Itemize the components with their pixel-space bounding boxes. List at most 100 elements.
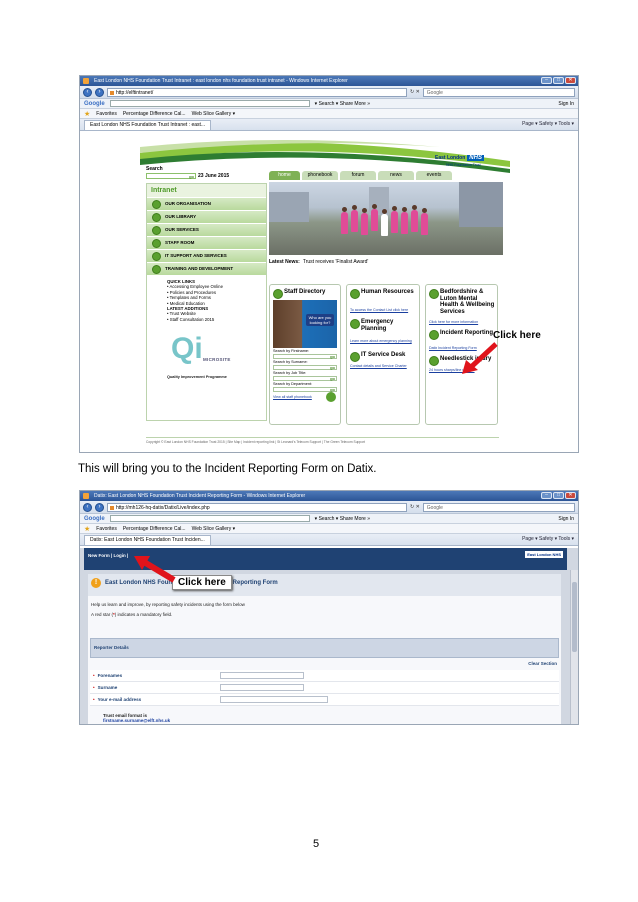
search-engine-input[interactable]: Google <box>422 87 575 97</box>
surname-field[interactable] <box>220 684 304 691</box>
intranet-page: East London NHS NHS Foundation Trust Sear… <box>80 133 578 452</box>
favorite-item[interactable]: Percentage Difference Cal... <box>123 526 186 532</box>
footer-links[interactable]: Copyright © East London NHS Foundation T… <box>146 440 365 444</box>
qi-caption: Quality Improvement Programme <box>167 375 227 379</box>
favorite-item[interactable]: Percentage Difference Cal... <box>123 111 186 117</box>
intranet-search-input[interactable]: go <box>146 173 196 179</box>
incident-reporting-title[interactable]: Incident Reporting <box>426 329 497 340</box>
refresh-icon[interactable]: ↻ ✕ <box>410 89 420 95</box>
browser-tab[interactable]: East London NHS Foundation Trust Intrane… <box>84 120 212 130</box>
emergency-planning-link[interactable]: Learn more about emergency planning <box>347 339 419 343</box>
click-here-callout: Click here <box>172 575 232 590</box>
qi-microsite-logo[interactable]: Qi MICROSITE <box>169 331 241 375</box>
emergency-planning-title[interactable]: Emergency Planning <box>347 319 419 332</box>
scrollbar[interactable] <box>570 570 578 724</box>
close-button[interactable]: ✕ <box>565 77 576 84</box>
favorite-item[interactable]: Web Slice Gallery ▾ <box>192 111 236 117</box>
maximize-button[interactable]: □ <box>553 492 564 499</box>
google-search-input[interactable] <box>109 515 310 522</box>
tab-events[interactable]: events <box>416 171 452 180</box>
refresh-icon[interactable]: ↻ ✕ <box>410 504 420 510</box>
latest-news[interactable]: Latest News: Trust receives 'Finalist Awa… <box>269 259 368 265</box>
sidebar-item-organisation[interactable]: OUR ORGANISATION <box>147 198 266 210</box>
sidebar-item-services[interactable]: OUR SERVICES <box>147 224 266 236</box>
org-logo: East London NHS <box>525 551 563 558</box>
go-button[interactable]: go <box>189 174 194 179</box>
sign-in-link[interactable]: Sign In <box>558 101 574 107</box>
department-input[interactable]: go <box>273 386 337 392</box>
tab-bar: East London NHS Foundation Trust Intrane… <box>80 119 578 131</box>
ie-icon <box>83 78 89 84</box>
it-service-desk-title[interactable]: IT Service Desk <box>347 351 419 362</box>
tab-news[interactable]: news <box>378 171 414 180</box>
sidebar-item-library[interactable]: OUR LIBRARY <box>147 211 266 223</box>
favorites-button[interactable]: Favorites <box>96 526 117 532</box>
sidebar-item-it-support[interactable]: IT SUPPORT AND SERVICES <box>147 250 266 262</box>
hr-link[interactable]: To access the Contact List click here <box>347 308 419 312</box>
google-search-input[interactable] <box>109 100 310 107</box>
staff-directory-title[interactable]: Staff Directory <box>270 289 340 299</box>
forward-button[interactable]: › <box>95 87 104 97</box>
google-toolbar: Google ▾ Search ▾ Share More » Sign In <box>80 99 578 109</box>
clear-section-link[interactable]: Clear Section <box>528 661 557 666</box>
qi-microsite-label: MICROSITE <box>203 357 231 362</box>
firstname-input[interactable]: go <box>273 353 337 359</box>
latest-link[interactable]: • Staff Consultation 2015 <box>167 317 266 322</box>
it-service-desk-link[interactable]: Contact details and Service Charter <box>347 364 419 368</box>
forenames-field[interactable] <box>220 672 304 679</box>
scrollbar-thumb[interactable] <box>572 582 577 652</box>
nhs-logo: NHS <box>467 155 484 161</box>
bedfordshire-link[interactable]: Click here for more information <box>426 320 497 324</box>
email-field[interactable] <box>220 696 328 703</box>
incident-form: ! East London NHS Foundation Trust Incid… <box>88 574 561 724</box>
hr-title[interactable]: Human Resources <box>347 289 419 299</box>
sidebar-item-training[interactable]: TRAINING AND DEVELOPMENT <box>147 263 266 275</box>
google-toolbar-items[interactable]: ▾ Search ▾ Share More » <box>315 516 370 522</box>
search-label: Search <box>146 166 163 172</box>
intranet-sidebar: Intranet OUR ORGANISATION OUR LIBRARY OU… <box>146 183 267 421</box>
surname-input[interactable]: go <box>273 364 337 370</box>
bedfordshire-title[interactable]: Bedfordshire & Luton Mental Health & Wel… <box>426 289 497 315</box>
google-toolbar-items[interactable]: ▾ Search ▾ Share More » <box>315 101 370 107</box>
section-title: Reporter Details <box>94 645 129 650</box>
forenames-row: Forenames <box>90 670 559 682</box>
forward-button[interactable]: › <box>95 502 104 512</box>
datix-menu[interactable]: New Form | Login | <box>88 553 128 558</box>
tab-home[interactable]: home <box>269 171 300 180</box>
intranet-screenshot: East London NHS Foundation Trust Intrane… <box>79 75 579 453</box>
command-bar[interactable]: Page ▾ Safety ▾ Tools ▾ <box>522 119 574 130</box>
surname-row: Surname <box>90 682 559 694</box>
maximize-button[interactable]: □ <box>553 77 564 84</box>
surname-label: Surname <box>93 685 118 690</box>
tab-bar: Datix: East London NHS Foundation Trust … <box>80 534 578 546</box>
tab-phonebook[interactable]: phonebook <box>302 171 338 180</box>
news-photo[interactable] <box>269 182 503 255</box>
back-button[interactable]: ‹ <box>83 502 92 512</box>
go-icon[interactable] <box>326 391 336 402</box>
ie-icon <box>83 493 89 499</box>
go-button[interactable]: go <box>330 376 335 381</box>
search-engine-input[interactable]: Google <box>422 502 575 512</box>
jobtitle-input[interactable]: go <box>273 375 337 381</box>
sidebar-item-staff-room[interactable]: STAFF ROOM <box>147 237 266 249</box>
instruction-text: This will bring you to the Incident Repo… <box>78 463 377 475</box>
datix-screenshot: Datix: East London NHS Foundation Trust … <box>79 490 579 725</box>
url-input[interactable]: http://mh126-hq-datix/Datix/Live/index.p… <box>107 502 407 512</box>
minimize-button[interactable]: – <box>541 77 552 84</box>
favorite-item[interactable]: Web Slice Gallery ▾ <box>192 526 236 532</box>
favorites-button[interactable]: Favorites <box>96 111 117 117</box>
reporter-details-section: Reporter Details <box>90 638 559 658</box>
browser-tab[interactable]: Datix: East London NHS Foundation Trust … <box>84 535 211 545</box>
tab-forum[interactable]: forum <box>340 171 376 180</box>
view-all-phonebook-link[interactable]: View all staff phonebook <box>270 391 340 402</box>
sign-in-link[interactable]: Sign In <box>558 516 574 522</box>
go-button[interactable]: go <box>330 354 335 359</box>
qi-letters: Qi <box>171 332 203 365</box>
command-bar[interactable]: Page ▾ Safety ▾ Tools ▾ <box>522 534 574 545</box>
close-button[interactable]: ✕ <box>565 492 576 499</box>
go-button[interactable]: go <box>330 365 335 370</box>
minimize-button[interactable]: – <box>541 492 552 499</box>
back-button[interactable]: ‹ <box>83 87 92 97</box>
go-button[interactable]: go <box>330 387 335 392</box>
url-input[interactable]: http://elftintranet/ <box>107 87 407 97</box>
